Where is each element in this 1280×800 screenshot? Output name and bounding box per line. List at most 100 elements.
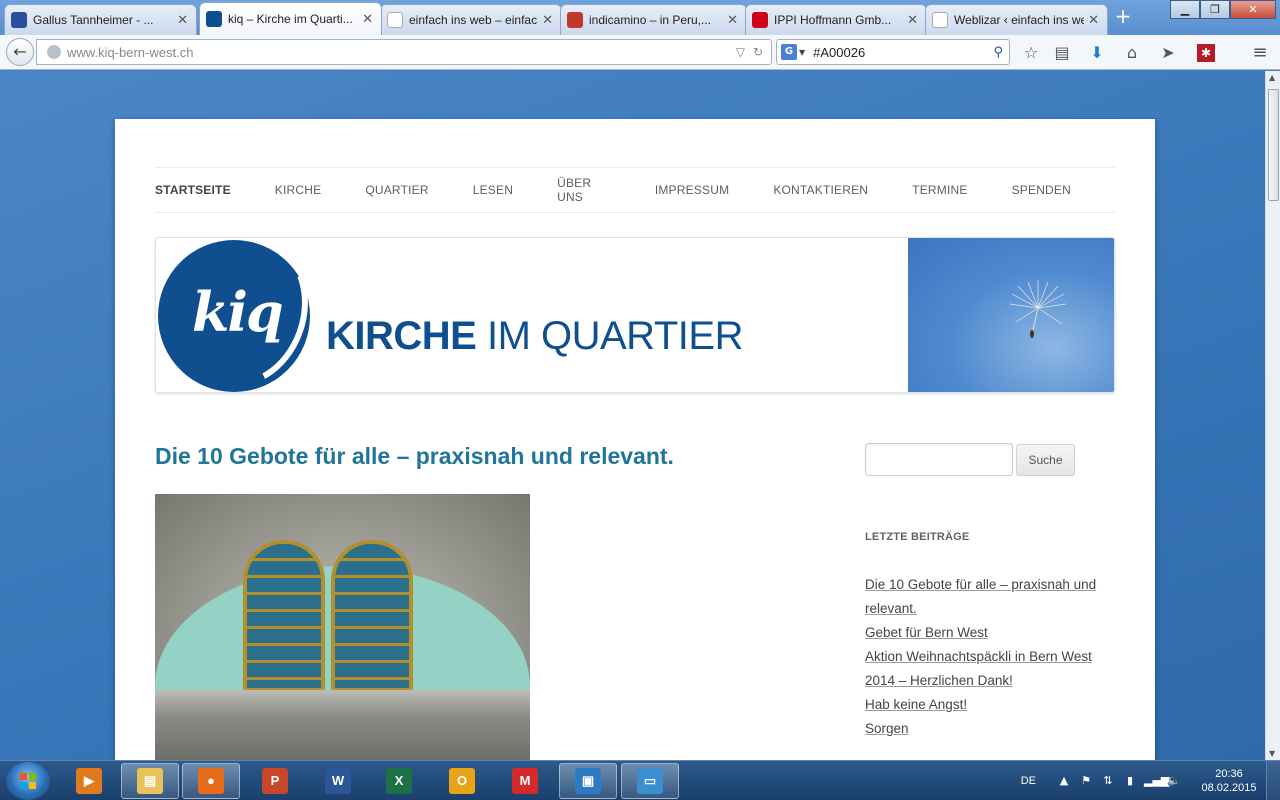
tab-close-icon[interactable]: ✕ <box>727 13 738 28</box>
post-title-link[interactable]: Die 10 Gebote für alle – praxisnah und r… <box>155 443 674 470</box>
recent-post-link[interactable]: Gebet für Bern West <box>865 621 1115 645</box>
app-window-icon: ▣ <box>575 768 601 794</box>
downloads-icon[interactable]: ⬇ <box>1087 43 1107 63</box>
network-sync-icon[interactable]: ⇅ <box>1100 773 1116 789</box>
menu-item-quartier[interactable]: QUARTIER <box>365 183 428 197</box>
vertical-scrollbar[interactable]: ▲ ▼ <box>1265 71 1280 760</box>
menu-item-startseite[interactable]: STARTSEITE <box>155 183 231 197</box>
scroll-down-icon[interactable]: ▼ <box>1269 749 1275 758</box>
logo-area: kiq KIRCHE IM QUARTIER <box>156 238 908 392</box>
recent-post-link[interactable]: Aktion Weihnachtspäckli in Bern West <box>865 645 1115 669</box>
menu-item-spenden[interactable]: SPENDEN <box>1012 183 1071 197</box>
taskbar-word-button[interactable]: W <box>309 763 367 799</box>
browser-tab[interactable]: kiq – Kirche im Quarti... ✕ <box>199 2 382 35</box>
search-bar[interactable]: G ▼ #A00026 ⚲ <box>776 39 1010 65</box>
start-button[interactable] <box>6 762 50 800</box>
taskbar-firefox-button[interactable]: ● <box>182 763 240 799</box>
browser-tab[interactable]: Gallus Tannheimer - ... ✕ <box>4 4 197 35</box>
menu-item-kirche[interactable]: KIRCHE <box>275 183 322 197</box>
windows-logo-icon <box>20 773 36 789</box>
search-icon[interactable]: ⚲ <box>993 45 1003 60</box>
mindmanager-icon: M <box>512 768 538 794</box>
tab-label: Gallus Tannheimer - ... <box>33 13 154 27</box>
clock[interactable]: 20:36 08.02.2015 <box>1192 767 1266 795</box>
tab-label: einfach ins web – einfach ... <box>409 13 538 27</box>
tab-close-icon[interactable]: ✕ <box>907 13 918 28</box>
back-button[interactable]: ← <box>6 38 34 66</box>
taskbar-outlook-button[interactable]: O <box>433 763 491 799</box>
menu-item-kontaktieren[interactable]: KONTAKTIEREN <box>773 183 868 197</box>
taskbar-photo-viewer-button[interactable]: ▭ <box>621 763 679 799</box>
taskbar-excel-button[interactable]: X <box>370 763 428 799</box>
tab-label: kiq – Kirche im Quarti... <box>228 12 353 26</box>
google-icon[interactable]: G <box>781 44 797 60</box>
url-bar[interactable]: www.kiq-bern-west.ch ▽ ↻ <box>36 39 772 65</box>
windows-taskbar: ▶ ▤ ● P W X O M ▣ ▭ DE ▲ ⚑ ⇅ ▮ ▂▄▆ 🔈 20:36 08.02.… <box>0 760 1280 800</box>
search-input[interactable]: #A00026 <box>813 45 993 60</box>
recent-post-link[interactable]: Sorgen <box>865 717 1115 741</box>
photo-viewer-icon: ▭ <box>637 768 663 794</box>
recent-post-link[interactable]: Hab keine Angst! <box>865 693 1115 717</box>
taskbar-mindmanager-button[interactable]: M <box>496 763 554 799</box>
bookmark-star-icon[interactable]: ☆ <box>1021 43 1041 63</box>
browser-tab-strip: Gallus Tannheimer - ... ✕ kiq – Kirche im … <box>0 0 1280 35</box>
tab-close-icon[interactable]: ✕ <box>177 13 188 28</box>
browser-tab[interactable]: einfach ins web – einfach ... ✕ <box>380 4 562 35</box>
show-hidden-icons-icon[interactable]: ▲ <box>1056 773 1072 789</box>
logo-mark: kiq <box>192 280 284 344</box>
close-window-button[interactable]: ✕ <box>1230 0 1276 19</box>
clock-date: 08.02.2015 <box>1201 782 1257 794</box>
header-image[interactable]: kiq KIRCHE IM QUARTIER <box>155 237 1115 393</box>
browser-tab[interactable]: indicamino – in Peru,... ✕ <box>560 4 747 35</box>
addon-icon[interactable]: ✱ <box>1197 44 1215 62</box>
menu-item--ber-uns[interactable]: ÜBER UNS <box>557 176 611 204</box>
menu-item-impressum[interactable]: IMPRESSUM <box>655 183 729 197</box>
reload-icon[interactable]: ↻ <box>753 45 763 59</box>
menu-item-lesen[interactable]: LESEN <box>473 183 513 197</box>
firefox-icon: ● <box>198 768 224 794</box>
taskbar-file-explorer-button[interactable]: ▤ <box>121 763 179 799</box>
taskbar-media-player-button[interactable]: ▶ <box>60 763 118 799</box>
star-icon <box>11 12 27 28</box>
menu-icon[interactable]: ≡ <box>1250 43 1270 63</box>
media-player-icon: ▶ <box>76 768 102 794</box>
scroll-up-icon[interactable]: ▲ <box>1269 73 1275 82</box>
sidebar-search-input[interactable] <box>865 443 1013 476</box>
dropdown-icon[interactable]: ▽ <box>736 45 745 59</box>
taskbar-app-window-button[interactable]: ▣ <box>559 763 617 799</box>
image-tablet-right <box>331 540 413 692</box>
browser-tab[interactable]: IPPI Hoffmann Gmb... ✕ <box>745 4 927 35</box>
clock-time: 20:36 <box>1215 768 1243 780</box>
menu-item-termine[interactable]: TERMINE <box>912 183 967 197</box>
minimize-button[interactable]: ▁ <box>1170 0 1200 19</box>
show-desktop-button[interactable] <box>1266 761 1280 800</box>
site-page: STARTSEITE KIRCHE QUARTIER LESEN ÜBER UNS IMP… <box>115 119 1155 760</box>
dandelion-sky-photo <box>908 238 1114 392</box>
send-icon[interactable]: ➤ <box>1158 43 1178 63</box>
signal-icon[interactable]: ▂▄▆ <box>1144 773 1169 789</box>
taskbar-powerpoint-button[interactable]: P <box>246 763 304 799</box>
recent-post-link[interactable]: 2014 – Herzlichen Dank! <box>865 669 1115 693</box>
browser-tab[interactable]: Weblizar ‹ einfach ins we... ✕ <box>925 4 1108 35</box>
recent-post-link[interactable]: relevant. <box>865 597 1115 621</box>
tab-close-icon[interactable]: ✕ <box>362 12 373 27</box>
logo-title-light: IM QUARTIER <box>476 314 744 358</box>
volume-icon[interactable]: 🔈 <box>1166 773 1182 789</box>
site-identity-icon[interactable] <box>47 45 61 59</box>
device-icon[interactable]: ▮ <box>1122 773 1138 789</box>
ten-commandments-image[interactable] <box>155 494 530 760</box>
tab-close-icon[interactable]: ✕ <box>542 13 553 28</box>
action-center-flag-icon[interactable]: ⚑ <box>1078 773 1094 789</box>
kiq-logo-icon <box>206 11 222 27</box>
url-text[interactable]: www.kiq-bern-west.ch <box>67 45 736 60</box>
maximize-button[interactable]: ❐ <box>1200 0 1230 19</box>
recent-post-link[interactable]: Die 10 Gebote für alle – praxisnah und <box>865 573 1115 597</box>
sidebar-search-button[interactable]: Suche <box>1016 444 1075 476</box>
home-icon[interactable]: ⌂ <box>1122 43 1142 63</box>
new-tab-button[interactable]: + <box>1112 6 1134 28</box>
scrollbar-thumb[interactable] <box>1268 89 1279 201</box>
tab-close-icon[interactable]: ✕ <box>1088 13 1099 28</box>
language-indicator[interactable]: DE <box>1021 775 1036 787</box>
engine-dropdown-icon[interactable]: ▼ <box>799 48 805 57</box>
reading-list-icon[interactable]: ▤ <box>1052 43 1072 63</box>
